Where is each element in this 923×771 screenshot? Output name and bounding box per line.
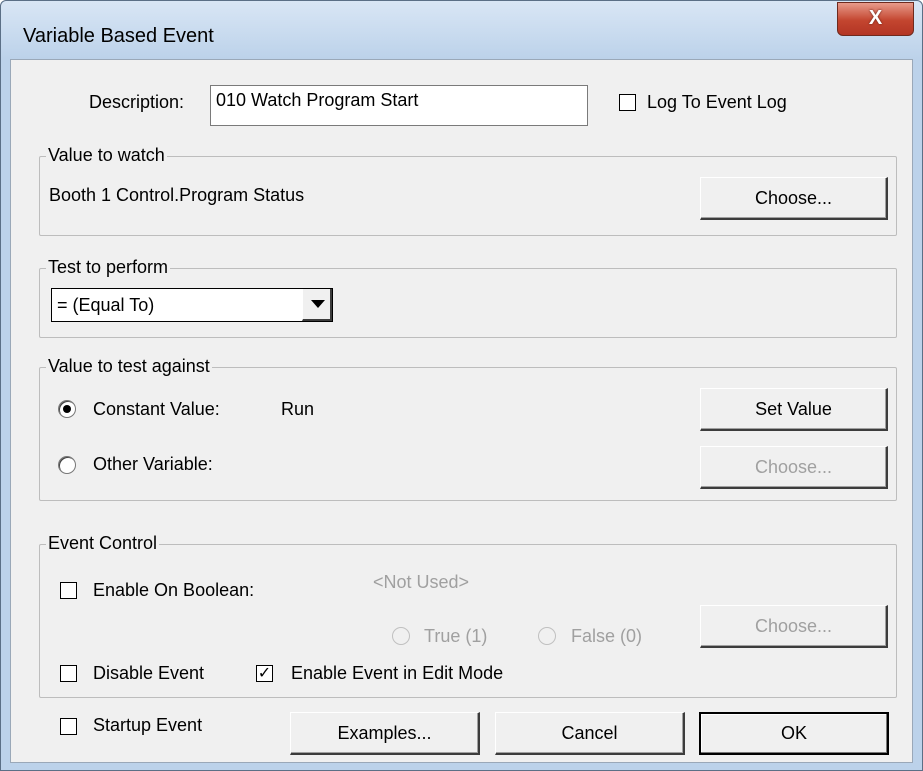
examples-button[interactable]: Examples... bbox=[290, 712, 480, 755]
description-input[interactable]: 010 Watch Program Start bbox=[210, 85, 588, 126]
log-to-event-log-label: Log To Event Log bbox=[647, 92, 787, 112]
enable-on-boolean-checkbox[interactable] bbox=[60, 582, 77, 599]
close-icon: X bbox=[868, 7, 883, 29]
window-title: Variable Based Event bbox=[23, 25, 214, 47]
disable-event-checkbox[interactable] bbox=[60, 665, 77, 682]
choose-other-variable-button[interactable]: Choose... bbox=[700, 446, 888, 489]
choose-watch-variable-button[interactable]: Choose... bbox=[700, 177, 888, 220]
ok-button[interactable]: OK bbox=[699, 712, 889, 755]
value-to-test-against-title: Value to test against bbox=[46, 356, 212, 377]
value-to-test-against-group: Value to test against Constant Value: Ru… bbox=[39, 356, 897, 501]
true-radio[interactable] bbox=[392, 627, 410, 645]
enable-in-edit-mode-label: Enable Event in Edit Mode bbox=[291, 663, 504, 683]
value-to-watch-group: Value to watch Booth 1 Control.Program S… bbox=[39, 145, 897, 236]
test-to-perform-title: Test to perform bbox=[46, 257, 171, 278]
disable-event-label: Disable Event bbox=[93, 663, 205, 683]
event-control-group: Event Control Enable On Boolean: <Not Us… bbox=[39, 533, 897, 698]
chevron-down-icon[interactable] bbox=[302, 289, 332, 321]
true-label: True (1) bbox=[424, 626, 488, 646]
enable-on-boolean-label: Enable On Boolean: bbox=[93, 580, 255, 600]
constant-value-radio[interactable] bbox=[58, 400, 76, 418]
false-label: False (0) bbox=[571, 626, 643, 646]
event-control-title: Event Control bbox=[46, 533, 160, 554]
other-variable-radio[interactable] bbox=[58, 456, 76, 474]
test-operator-select[interactable]: = (Equal To) bbox=[51, 288, 333, 322]
startup-event-label: Startup Event bbox=[93, 715, 203, 735]
test-operator-selected: = (Equal To) bbox=[57, 295, 155, 315]
test-to-perform-group: Test to perform = (Equal To) bbox=[39, 257, 897, 338]
constant-value-label: Constant Value: bbox=[93, 399, 220, 419]
boolean-variable-value: <Not Used> bbox=[373, 572, 470, 592]
watched-variable-value: Booth 1 Control.Program Status bbox=[49, 185, 305, 205]
dialog-client-area: Description: 010 Watch Program Start Log… bbox=[10, 59, 913, 763]
choose-boolean-variable-button[interactable]: Choose... bbox=[700, 605, 888, 648]
constant-value-text: Run bbox=[281, 399, 315, 419]
title-bar[interactable]: Variable Based Event X bbox=[1, 1, 922, 59]
set-value-button[interactable]: Set Value bbox=[700, 388, 888, 431]
cancel-button[interactable]: Cancel bbox=[495, 712, 685, 755]
dialog-window: Variable Based Event X Description: 010 … bbox=[0, 0, 923, 771]
value-to-watch-title: Value to watch bbox=[46, 145, 167, 166]
false-radio[interactable] bbox=[538, 627, 556, 645]
log-to-event-log-checkbox[interactable] bbox=[619, 94, 636, 111]
other-variable-label: Other Variable: bbox=[93, 454, 213, 474]
close-button[interactable]: X bbox=[837, 2, 914, 36]
startup-event-checkbox[interactable] bbox=[60, 718, 77, 735]
enable-in-edit-mode-checkbox[interactable]: ✓ bbox=[256, 665, 273, 682]
description-label: Description: bbox=[89, 92, 185, 112]
